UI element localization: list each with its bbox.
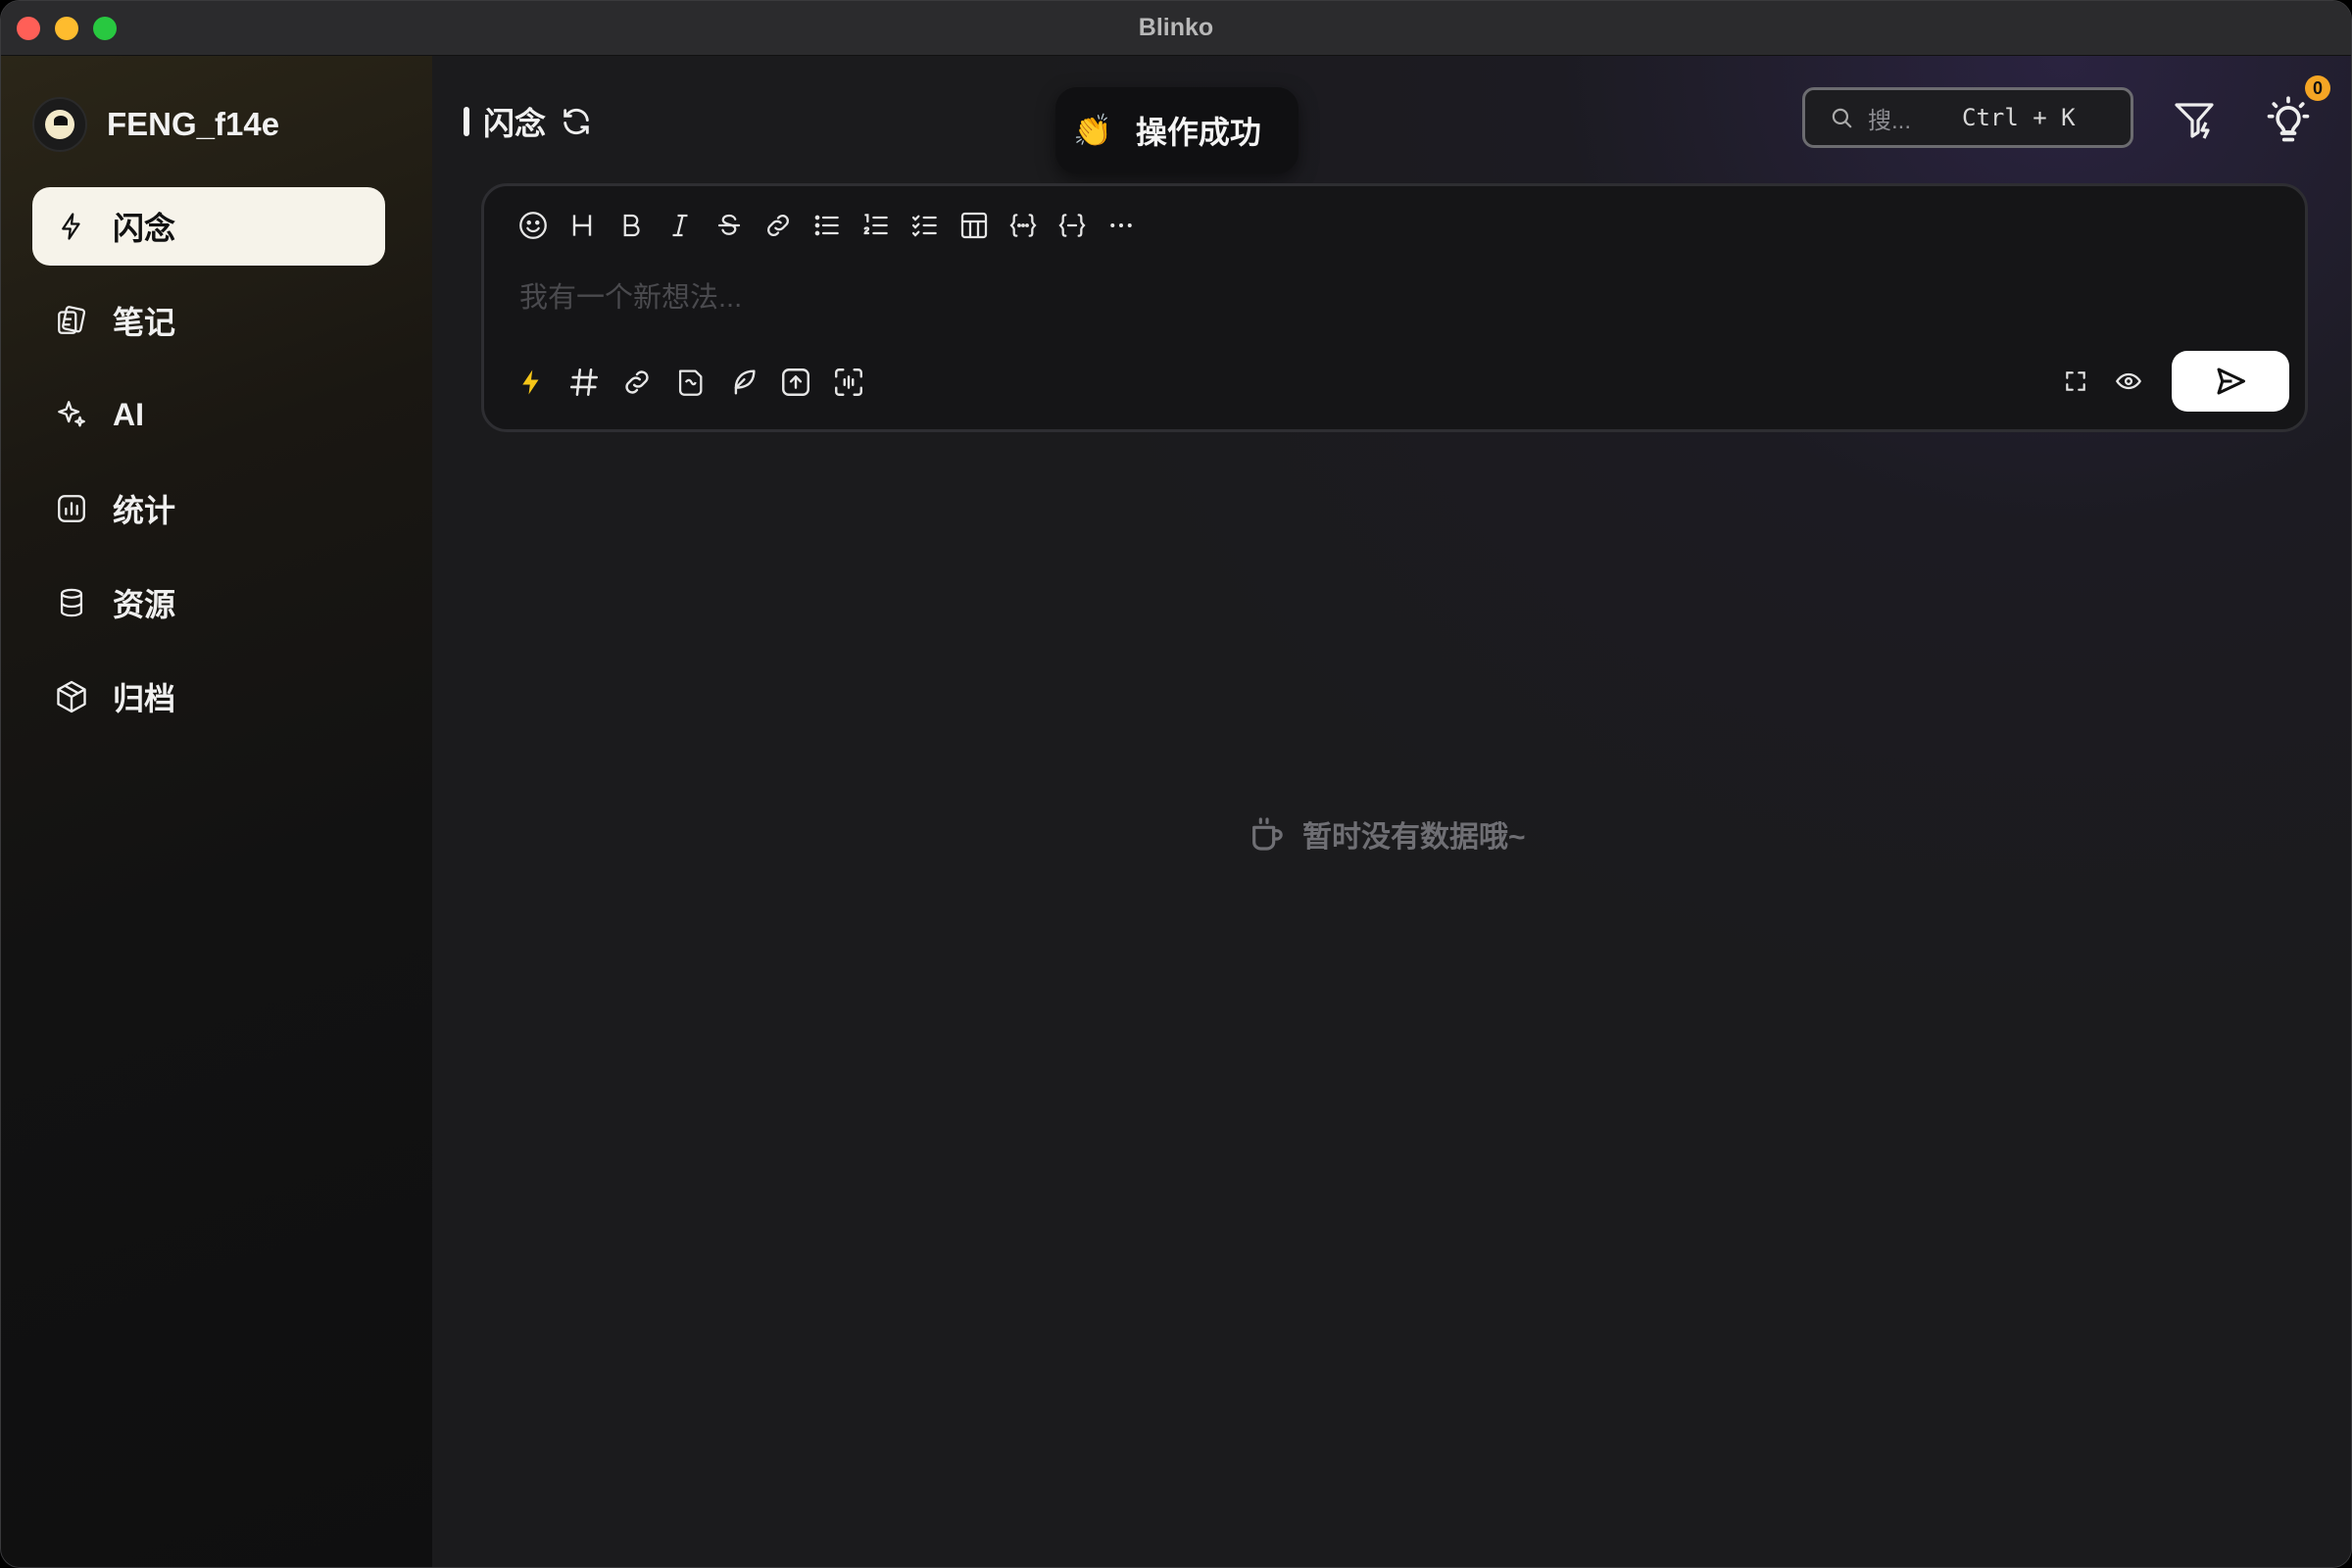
user-profile[interactable]: FENG_f14e [32,97,279,152]
stats-icon [52,489,91,528]
sidebar-item-label: 闪念 [113,211,176,246]
empty-state-message: 暂时没有数据哦~ [1302,821,1526,854]
lightbulb-icon [2263,95,2314,146]
flash-type-icon[interactable] [512,363,551,402]
link-icon[interactable] [759,206,798,245]
more-icon[interactable] [1102,206,1141,245]
heading-icon[interactable] [563,206,602,245]
page-title: 闪念 [464,99,593,144]
sidebar-item-stats[interactable]: 统计 [32,469,385,548]
note-editor: 我有一个新想法... [481,183,2308,432]
idea-button[interactable] [2263,95,2314,146]
sidebar-item-label: 资源 [113,587,176,622]
close-window-button[interactable] [17,17,40,40]
send-button[interactable] [2172,351,2289,412]
hashtag-icon[interactable] [564,363,604,402]
ordered-list-icon[interactable] [857,206,896,245]
app-window: Blinko FENG_f14e 闪念 笔记 AI 统计 资源 归档 闪念 👏 … [0,0,2352,1568]
main-content: 闪念 👏 操作成功 搜... Ctrl + K 0 我有一个新想法... 暂时没… [432,56,2351,1567]
coffee-cup-icon [1248,814,1287,854]
empty-state: 暂时没有数据哦~ [1248,812,1526,856]
toast-message: 操作成功 [1135,115,1261,150]
filter-button[interactable] [2171,97,2218,144]
title-bar: Blinko [1,1,2351,56]
preview-eye-icon[interactable] [2109,362,2148,401]
italic-icon[interactable] [661,206,700,245]
refresh-icon[interactable] [560,105,593,138]
sparkle-icon [52,395,91,434]
bold-icon[interactable] [612,206,651,245]
bolt-icon [52,207,91,246]
archive-box-icon [52,677,91,716]
code-block-icon[interactable] [1053,206,1092,245]
note-input[interactable]: 我有一个新想法... [519,274,742,316]
table-icon[interactable] [955,206,994,245]
sidebar-item-notes[interactable]: 笔记 [32,281,385,360]
search-icon [1829,105,1854,130]
editor-actions [2056,351,2289,412]
editor-bottom-toolbar [512,363,868,402]
sidebar: FENG_f14e 闪念 笔记 AI 统计 资源 归档 [1,56,432,1567]
search-placeholder: 搜... [1868,107,1912,134]
ai-tag-icon[interactable] [670,363,710,402]
sidebar-item-archive[interactable]: 归档 [32,658,385,736]
task-list-icon[interactable] [906,206,945,245]
toast-notification: 👏 操作成功 [1055,87,1298,173]
feather-write-icon[interactable] [723,363,762,402]
emoji-icon[interactable] [514,206,553,245]
sidebar-item-flash[interactable]: 闪念 [32,187,385,266]
strikethrough-icon[interactable] [710,206,749,245]
sidebar-item-ai[interactable]: AI [32,375,385,454]
sidebar-item-label: 统计 [113,493,176,528]
sidebar-item-label: 归档 [113,681,176,716]
sidebar-nav: 闪念 笔记 AI 统计 资源 归档 [32,187,385,752]
window-controls [17,17,117,40]
notification-badge: 0 [2305,75,2330,101]
window-title: Blinko [1138,14,1214,41]
sidebar-item-label: 笔记 [113,305,176,340]
avatar [32,97,87,152]
fullscreen-icon[interactable] [2056,362,2095,401]
maximize-window-button[interactable] [93,17,117,40]
sidebar-item-label: AI [113,396,144,432]
code-inline-icon[interactable] [1004,206,1043,245]
username: FENG_f14e [107,106,280,142]
filter-bolt-icon [2171,97,2218,144]
voice-record-icon[interactable] [829,363,868,402]
search-shortcut: Ctrl + K [1962,104,2076,131]
sidebar-item-resources[interactable]: 资源 [32,564,385,642]
reference-link-icon[interactable] [617,363,657,402]
notes-icon [52,301,91,340]
search-input[interactable]: 搜... Ctrl + K [1802,87,2133,148]
bullet-list-icon[interactable] [808,206,847,245]
send-icon [2213,364,2248,399]
page-title-text: 闪念 [483,106,547,141]
upload-icon[interactable] [776,363,815,402]
minimize-window-button[interactable] [55,17,78,40]
title-accent-bar [464,107,469,136]
clap-icon: 👏 [1073,113,1112,148]
editor-toolbar [514,206,1141,245]
database-icon [52,583,91,622]
